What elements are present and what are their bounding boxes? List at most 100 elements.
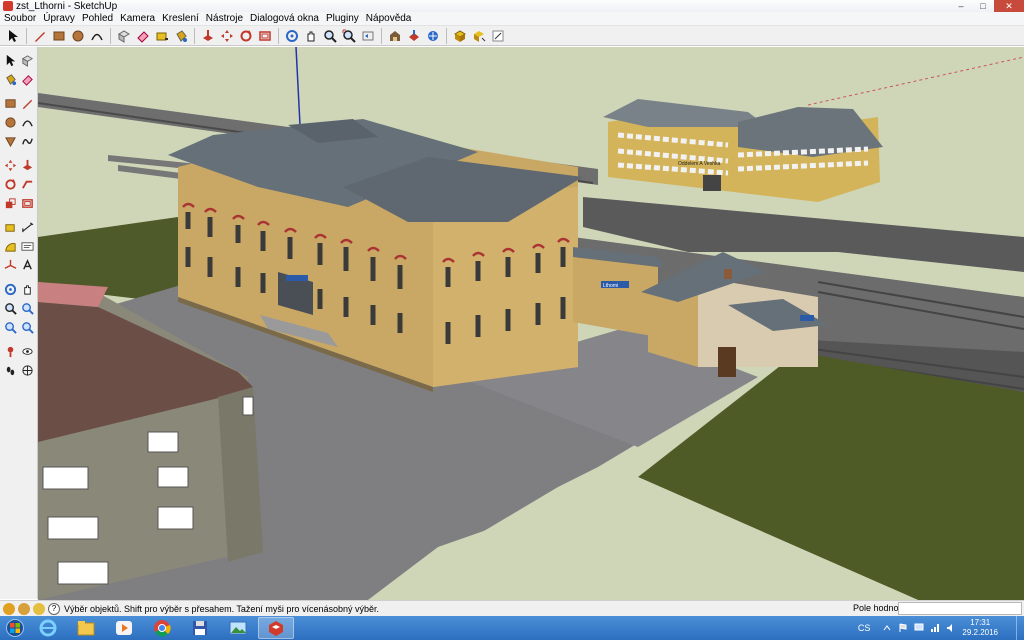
axes-icon[interactable]: [2, 257, 19, 274]
volume-icon[interactable]: [946, 623, 956, 633]
network-icon[interactable]: [930, 623, 940, 633]
rotate-icon[interactable]: [2, 176, 19, 193]
menu-pohled[interactable]: Pohled: [82, 13, 113, 24]
polygon-icon[interactable]: [2, 133, 19, 150]
get-models-icon[interactable]: [424, 27, 441, 44]
taskbar-chrome-icon[interactable]: [144, 617, 180, 639]
offset-icon[interactable]: [19, 195, 36, 212]
line-icon[interactable]: [19, 95, 36, 112]
minimize-button[interactable]: –: [950, 0, 972, 12]
dimension-icon[interactable]: [19, 219, 36, 236]
menu-kamera[interactable]: Kamera: [120, 13, 155, 24]
geolocation-icon[interactable]: [3, 602, 15, 615]
start-button[interactable]: [0, 616, 30, 640]
style-builder-icon[interactable]: [489, 27, 506, 44]
layout-icon[interactable]: [470, 27, 487, 44]
measurements-field[interactable]: [898, 602, 1022, 615]
model-viewport[interactable]: Lthorni Oddelem A Veshka: [38, 47, 1024, 600]
maximize-button[interactable]: □: [972, 0, 994, 12]
taskbar-explorer-icon[interactable]: [68, 617, 104, 639]
rotate-icon[interactable]: [237, 27, 254, 44]
freehand-icon[interactable]: [19, 133, 36, 150]
offset-icon[interactable]: [256, 27, 273, 44]
3d-text-icon[interactable]: [19, 257, 36, 274]
taskbar-media-player-icon[interactable]: [106, 617, 142, 639]
section-plane-icon[interactable]: [19, 362, 36, 379]
menu-nastroje[interactable]: Nástroje: [206, 13, 243, 24]
paint-bucket-icon[interactable]: [172, 27, 189, 44]
monitor-icon[interactable]: [914, 623, 924, 633]
paint-bucket-icon[interactable]: [2, 71, 19, 88]
credits-icon[interactable]: [18, 602, 30, 615]
chimney: [724, 269, 732, 279]
position-camera-icon[interactable]: [2, 343, 19, 360]
scale-icon[interactable]: [2, 195, 19, 212]
window-controls: – □ ✕: [950, 0, 1024, 12]
system-tray: CS 17:31 29.2.2016: [858, 616, 1024, 640]
close-button[interactable]: ✕: [994, 0, 1024, 12]
tape-measure-icon[interactable]: [2, 219, 19, 236]
taskbar-sketchup-icon[interactable]: [258, 617, 294, 639]
push-pull-icon[interactable]: [199, 27, 216, 44]
previous-view-icon[interactable]: [359, 27, 376, 44]
user-icon[interactable]: [33, 602, 45, 615]
zoom-window-icon[interactable]: [19, 300, 36, 317]
orbit-icon[interactable]: [2, 281, 19, 298]
rectangle-icon[interactable]: [2, 95, 19, 112]
menu-soubor[interactable]: Soubor: [4, 13, 36, 24]
protractor-icon[interactable]: [2, 238, 19, 255]
push-pull-icon[interactable]: [19, 157, 36, 174]
previous-view-icon[interactable]: [2, 319, 19, 336]
language-indicator[interactable]: CS: [858, 623, 871, 633]
wing-sign-text: Lthorni: [603, 283, 618, 289]
circle-icon[interactable]: [69, 27, 86, 44]
move-icon[interactable]: [218, 27, 235, 44]
show-desktop-button[interactable]: [1016, 616, 1024, 640]
make-component-icon[interactable]: [115, 27, 132, 44]
tray-arrow-icon[interactable]: [882, 623, 892, 633]
tape-measure-icon[interactable]: [153, 27, 170, 44]
menu-pluginy[interactable]: Pluginy: [326, 13, 359, 24]
follow-me-icon[interactable]: [19, 176, 36, 193]
taskbar-internet-explorer-icon[interactable]: [30, 617, 66, 639]
select-tool-icon[interactable]: [4, 27, 21, 44]
zoom-icon[interactable]: [2, 300, 19, 317]
text-icon[interactable]: [19, 238, 36, 255]
share-model-icon[interactable]: [405, 27, 422, 44]
arc-icon[interactable]: [88, 27, 105, 44]
circle-icon[interactable]: [2, 114, 19, 131]
action-center-flag-icon[interactable]: [898, 623, 908, 633]
walk-icon[interactable]: [2, 362, 19, 379]
make-component-icon[interactable]: [19, 52, 36, 69]
system-clock[interactable]: 17:31 29.2.2016: [962, 618, 998, 638]
zoom-extents-icon[interactable]: [19, 319, 36, 336]
select-tool-icon[interactable]: [2, 52, 19, 69]
menu-dialogova-okna[interactable]: Dialogová okna: [250, 13, 319, 24]
rectangle-icon[interactable]: [50, 27, 67, 44]
menu-kresleni[interactable]: Kreslení: [162, 13, 199, 24]
extension-warehouse-icon[interactable]: [451, 27, 468, 44]
move-icon[interactable]: [2, 157, 19, 174]
pencil-line-icon[interactable]: [31, 27, 48, 44]
taskbar-save-icon[interactable]: [182, 617, 218, 639]
status-hint: Výběr objektů. Shift pro výběr s přesahe…: [64, 603, 379, 614]
pan-hand-icon[interactable]: [19, 281, 36, 298]
eraser-icon[interactable]: [134, 27, 151, 44]
look-around-icon[interactable]: [19, 343, 36, 360]
toolbar-divider: [26, 27, 28, 44]
zoom-icon[interactable]: [321, 27, 338, 44]
clock-time: 17:31: [970, 618, 991, 627]
help-icon[interactable]: ?: [48, 602, 60, 615]
orbit-icon[interactable]: [283, 27, 300, 44]
arc-icon[interactable]: [19, 114, 36, 131]
eraser-icon[interactable]: [19, 71, 36, 88]
menu-upravy[interactable]: Úpravy: [43, 13, 75, 24]
pan-hand-icon[interactable]: [302, 27, 319, 44]
zoom-extents-icon[interactable]: [340, 27, 357, 44]
taskbar-image-viewer-icon[interactable]: [220, 617, 256, 639]
3d-warehouse-icon[interactable]: [386, 27, 403, 44]
toolbar-divider: [446, 27, 448, 44]
toolbar-divider: [278, 27, 280, 44]
sketchup-app-icon: [3, 1, 13, 11]
menu-napoveda[interactable]: Nápověda: [366, 13, 412, 24]
